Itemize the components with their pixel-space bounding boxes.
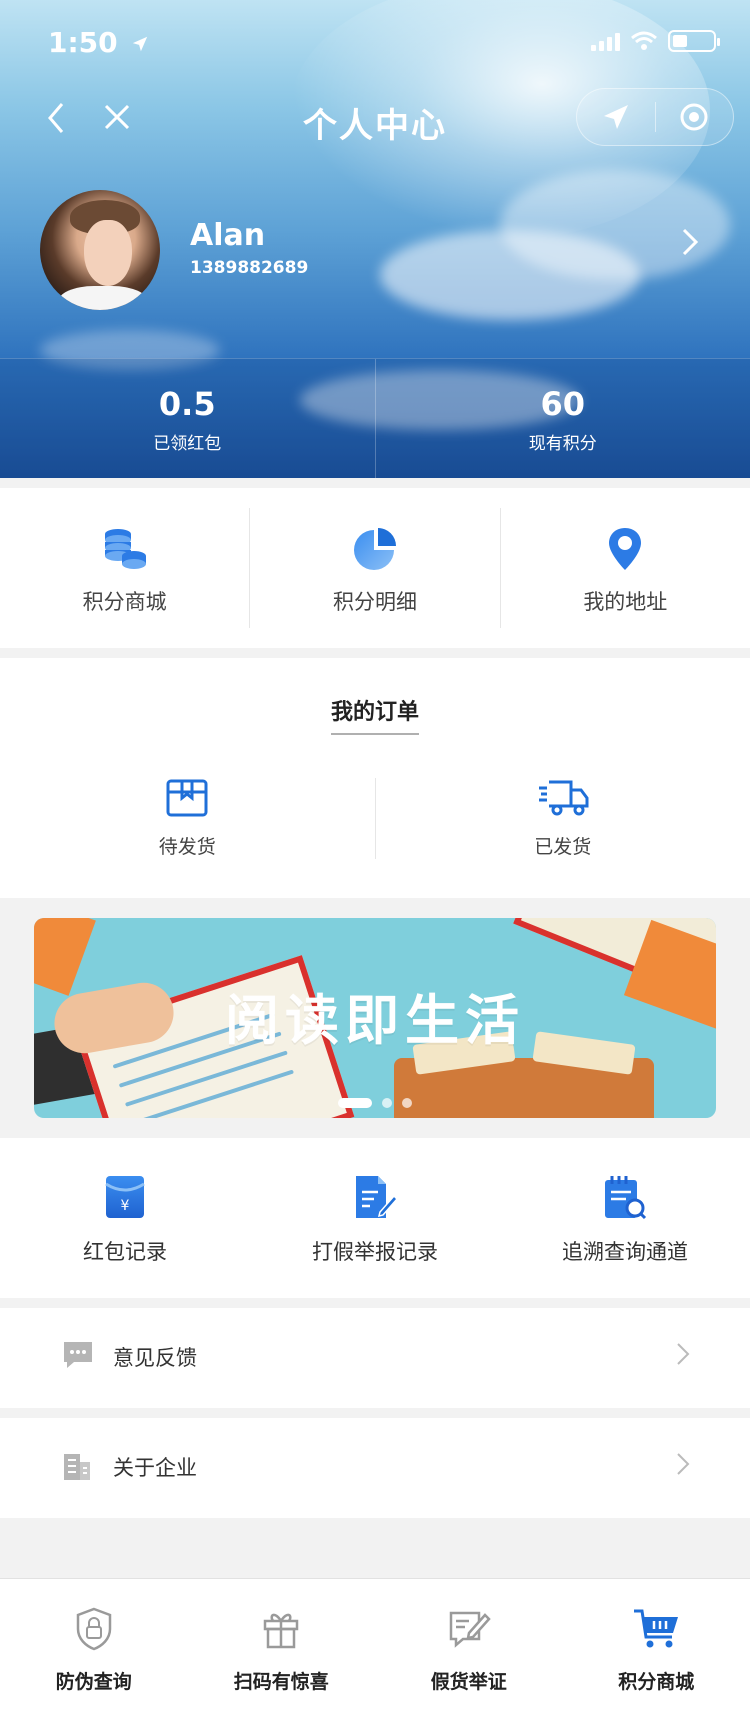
feedback-row[interactable]: 意见反馈 [0,1308,750,1408]
tab-scan-surprise[interactable]: 扫码有惊喜 [188,1579,376,1720]
banner-title: 阅读即生活 [225,989,525,1052]
avatar[interactable] [40,190,160,310]
quick-points-detail[interactable]: 积分明细 [249,508,499,628]
section-title: 我的订单 [330,700,419,735]
document-edit-icon [356,1176,399,1218]
location-arrow-icon [133,36,148,52]
tab-anti-counterfeit[interactable]: 防伪查询 [0,1579,188,1720]
tab-points-mall[interactable]: 积分商城 [563,1579,750,1720]
carousel-dot[interactable] [382,1098,392,1108]
building-icon [64,1454,90,1480]
chevron-right-icon [677,1453,690,1475]
tool-red-packet-records[interactable]: ¥ 红包记录 [0,1138,250,1298]
chevron-right-icon[interactable] [680,224,700,260]
location-pin-icon [609,528,642,570]
signal-icon [591,31,620,51]
nav-bar: 个人中心 [0,88,750,148]
miniapp-capsule [576,88,734,146]
carousel-dot[interactable] [338,1098,372,1108]
shield-lock-icon [76,1607,111,1651]
share-location-button[interactable] [577,102,655,132]
tool-traceability-query[interactable]: 追溯查询通道 [500,1138,750,1298]
profile-header: 1:50 个人中心 Alan 1389882689 0.5 已领红包 60 现有… [0,0,750,478]
delivery-truck-icon [538,780,589,816]
notepad-search-icon [605,1176,647,1220]
quick-points-mall[interactable]: 积分商城 [0,488,249,648]
stat-red-packets[interactable]: 0.5 已领红包 [0,359,375,478]
quick-my-address[interactable]: 我的地址 [499,508,750,628]
svg-text:¥: ¥ [121,1198,130,1214]
carousel-dot[interactable] [402,1098,412,1108]
package-icon [166,779,208,817]
promo-banner[interactable]: 阅读即生活 [34,918,716,1118]
tools-grid: ¥ 红包记录 打假举报记录 追溯查询通道 [0,1138,750,1298]
shopping-cart-icon [634,1609,679,1648]
carousel-indicator [34,1098,716,1108]
user-name: Alan [190,218,266,253]
user-phone: 1389882689 [190,258,309,278]
tool-anti-counterfeit-reports[interactable]: 打假举报记录 [250,1138,500,1298]
coins-stack-icon [104,529,146,569]
navigation-arrow-icon [603,105,628,129]
order-shipped[interactable]: 已发货 [374,778,750,859]
status-time: 1:50 [48,26,149,59]
about-company-row[interactable]: 关于企业 [0,1418,750,1518]
target-icon [680,103,708,131]
status-bar: 1:50 [0,0,750,88]
order-pending-shipment[interactable]: 待发货 [0,778,375,859]
profile-card[interactable]: Alan 1389882689 [40,190,720,310]
wifi-icon [631,31,657,50]
my-orders-section: 我的订单 待发货 已发货 [0,658,750,898]
quick-links: 积分商城 积分明细 我的地址 [0,488,750,648]
gift-icon [264,1613,299,1649]
bottom-tab-bar: 防伪查询 扫码有惊喜 假货举证 积分商城 [0,1578,750,1720]
tab-counterfeit-evidence[interactable]: 假货举证 [375,1579,563,1720]
pie-chart-icon [353,528,396,570]
battery-icon [668,30,720,52]
chevron-right-icon [677,1343,690,1365]
stat-points[interactable]: 60 现有积分 [374,359,750,478]
red-envelope-icon: ¥ [105,1176,145,1218]
report-edit-icon [449,1611,491,1648]
miniapp-close-button[interactable] [656,102,734,132]
stats-bar: 0.5 已领红包 60 现有积分 [0,358,750,478]
chat-bubble-icon [64,1342,92,1368]
